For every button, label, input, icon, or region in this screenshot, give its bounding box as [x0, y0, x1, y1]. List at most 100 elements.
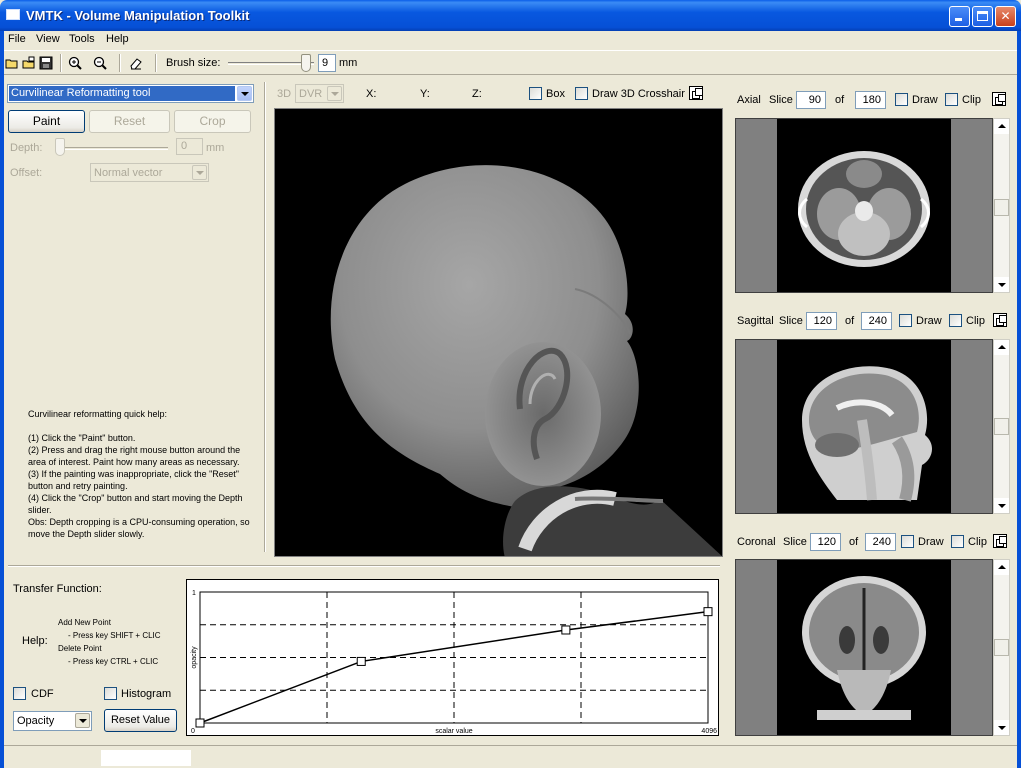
depth-track[interactable]: [56, 147, 168, 150]
zoom-out-icon[interactable]: [93, 56, 107, 70]
save-icon[interactable]: [39, 56, 53, 70]
popout-window-icon[interactable]: [689, 86, 703, 100]
window-title: VMTK - Volume Manipulation Toolkit: [26, 8, 250, 23]
coronal-clip-checkbox[interactable]: [951, 535, 964, 548]
depth-slider[interactable]: [55, 138, 65, 156]
coronal-draw-checkbox[interactable]: [901, 535, 914, 548]
histogram-label: Histogram: [121, 688, 172, 700]
help-delete-point-key: - Press key CTRL + CLIC: [68, 657, 159, 666]
x-tick-label: 0: [191, 728, 195, 735]
transfer-function-title: Transfer Function:: [13, 583, 102, 595]
control-point[interactable]: [195, 718, 205, 728]
sagittal-of-label: of: [845, 315, 855, 327]
eraser-icon[interactable]: [129, 56, 143, 70]
transfer-mode-value: Opacity: [17, 715, 55, 727]
axial-slice-input[interactable]: 90: [796, 91, 826, 109]
x-tick-label: 4096: [701, 728, 717, 735]
scroll-thumb[interactable]: [994, 639, 1009, 656]
zoom-in-icon[interactable]: [68, 56, 82, 70]
coronal-slice-input[interactable]: 120: [810, 533, 841, 551]
sagittal-slice-view[interactable]: [735, 339, 993, 514]
scroll-up-icon[interactable]: [994, 340, 1009, 355]
open-icon[interactable]: [5, 56, 19, 70]
scroll-thumb[interactable]: [994, 199, 1009, 216]
x-coordinate-label: X:: [366, 88, 377, 100]
brush-size-slider[interactable]: [301, 54, 311, 72]
menu-file[interactable]: File: [8, 33, 26, 45]
reset-button[interactable]: Reset: [89, 110, 170, 133]
coronal-clip-label: Clip: [968, 536, 987, 548]
menu-tools[interactable]: Tools: [69, 33, 95, 45]
transfer-help-label: Help:: [22, 635, 48, 647]
tool-select-value: Curvilinear Reformatting tool: [9, 86, 235, 101]
toolbar: Brush size: 9 mm: [0, 50, 1021, 75]
axial-clip-checkbox[interactable]: [945, 93, 958, 106]
popout-window-icon[interactable]: [992, 92, 1006, 106]
close-button[interactable]: ✕: [995, 6, 1016, 27]
offset-select[interactable]: Normal vector: [90, 163, 209, 182]
chevron-down-icon[interactable]: [192, 165, 207, 180]
tool-select[interactable]: Curvilinear Reformatting tool: [7, 84, 254, 103]
scroll-thumb[interactable]: [994, 418, 1009, 435]
scroll-down-icon[interactable]: [994, 498, 1009, 513]
axial-draw-checkbox[interactable]: [895, 93, 908, 106]
y-axis-label: opacity: [191, 646, 198, 669]
open-multiple-icon[interactable]: [22, 56, 36, 70]
minimize-button[interactable]: [949, 6, 970, 27]
coronal-scrollbar[interactable]: [993, 559, 1010, 736]
offset-select-value: Normal vector: [94, 167, 163, 179]
scroll-up-icon[interactable]: [994, 119, 1009, 134]
axial-draw-label: Draw: [912, 94, 938, 106]
chevron-down-icon[interactable]: [75, 713, 90, 728]
coronal-slice-view[interactable]: [735, 559, 993, 736]
axial-scrollbar[interactable]: [993, 118, 1010, 293]
crosshair-checkbox[interactable]: [575, 87, 588, 100]
popout-window-icon[interactable]: [993, 534, 1007, 548]
depth-input[interactable]: 0: [176, 138, 203, 155]
sagittal-total: 240: [861, 312, 892, 330]
sagittal-clip-checkbox[interactable]: [949, 314, 962, 327]
close-icon: ✕: [1000, 9, 1011, 23]
sagittal-clip-label: Clip: [966, 315, 985, 327]
chevron-down-icon[interactable]: [237, 86, 252, 101]
app-icon: [6, 9, 20, 20]
offset-label: Offset:: [10, 167, 43, 179]
box-checkbox[interactable]: [529, 87, 542, 100]
depth-label: Depth:: [10, 142, 43, 154]
transfer-function-plot[interactable]: scalar value opacity 0 4096 1: [187, 580, 718, 735]
brush-size-unit: mm: [339, 57, 358, 69]
scroll-down-icon[interactable]: [994, 720, 1009, 735]
toolbar-separator: [155, 54, 157, 72]
scroll-down-icon[interactable]: [994, 277, 1009, 292]
menu-help[interactable]: Help: [106, 33, 129, 45]
maximize-button[interactable]: [972, 6, 993, 27]
control-point[interactable]: [561, 625, 571, 635]
reset-value-button[interactable]: Reset Value: [104, 709, 177, 732]
sagittal-scrollbar[interactable]: [993, 339, 1010, 514]
toolbar-separator: [60, 54, 62, 72]
head-volume-render: [330, 165, 722, 556]
menu-bar: File View Tools Help: [0, 31, 1021, 49]
transfer-mode-select[interactable]: Opacity: [13, 711, 92, 731]
sagittal-draw-checkbox[interactable]: [899, 314, 912, 327]
sagittal-slice-label: Slice: [779, 315, 803, 327]
paint-button[interactable]: Paint: [8, 110, 85, 133]
box-label: Box: [546, 88, 565, 100]
z-coordinate-label: Z:: [472, 88, 482, 100]
brush-size-input[interactable]: 9: [318, 54, 336, 72]
sagittal-slice-input[interactable]: 120: [806, 312, 837, 330]
axial-slice-view[interactable]: [735, 118, 993, 293]
cdf-checkbox[interactable]: [13, 687, 26, 700]
control-point[interactable]: [356, 656, 366, 666]
transfer-function-chart[interactable]: scalar value opacity 0 4096 1: [186, 579, 719, 736]
popout-window-icon[interactable]: [993, 313, 1007, 327]
render-mode-select[interactable]: DVR: [295, 84, 344, 103]
crop-button[interactable]: Crop: [174, 110, 251, 133]
menu-view[interactable]: View: [36, 33, 60, 45]
chevron-down-icon[interactable]: [327, 86, 342, 101]
scroll-up-icon[interactable]: [994, 560, 1009, 575]
status-bar: [0, 745, 1021, 768]
control-point[interactable]: [703, 607, 713, 617]
volume-render-view[interactable]: [274, 108, 723, 557]
histogram-checkbox[interactable]: [104, 687, 117, 700]
